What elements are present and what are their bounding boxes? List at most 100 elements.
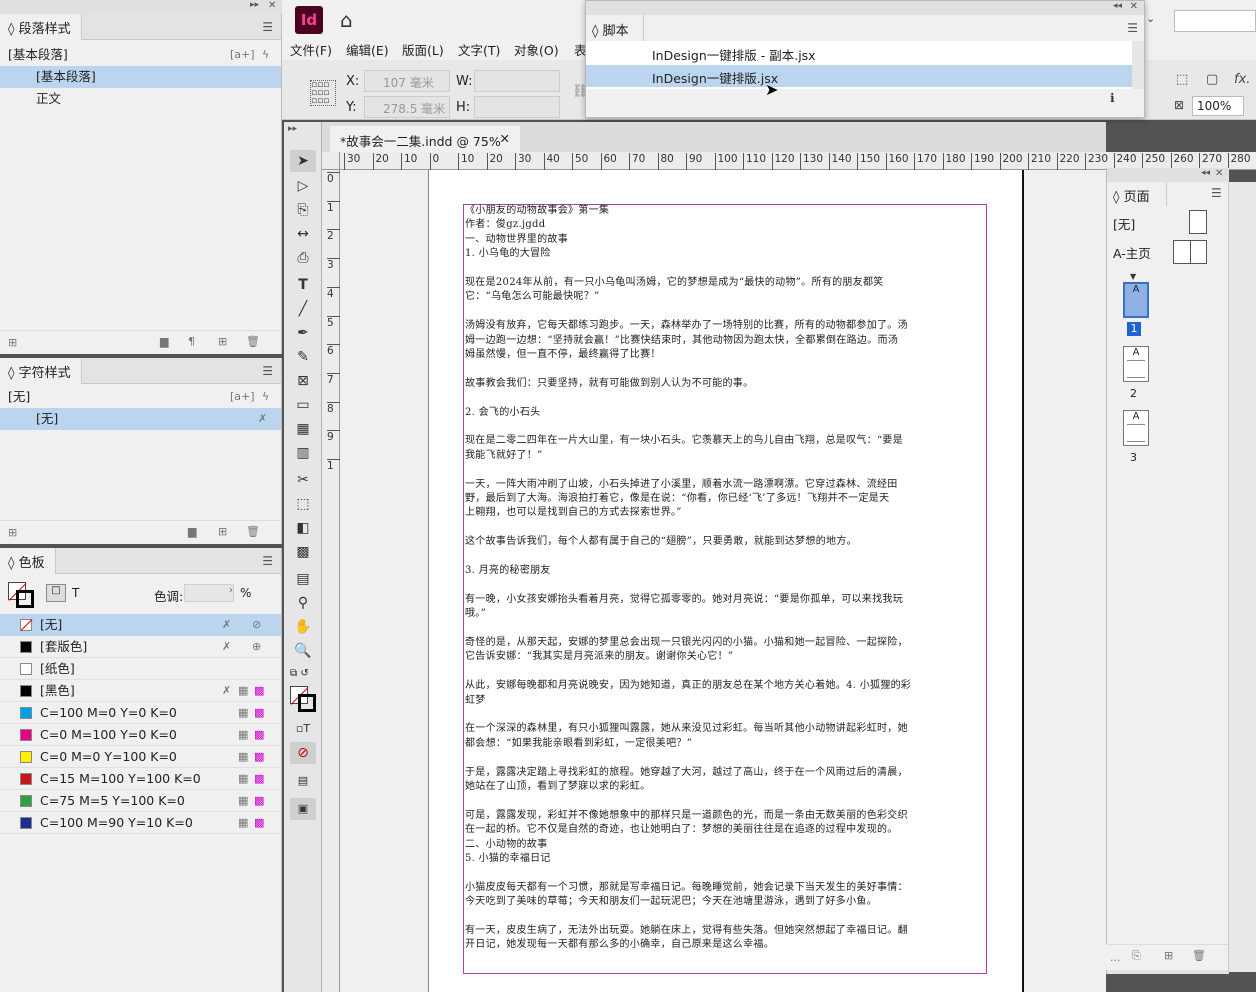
master-a[interactable]: A-主页: [1113, 243, 1151, 262]
text-line[interactable]: 于是，露露决定踏上寻找彩虹的旅程。她穿越了大河，越过了高山，终于在一个风雨过后的…: [465, 763, 908, 778]
menu-icon[interactable]: ☰: [1211, 186, 1222, 200]
text-line[interactable]: 2. 会飞的小石头: [465, 403, 540, 418]
trash-icon[interactable]: 🗑: [1192, 949, 1206, 962]
content-collector-icon[interactable]: ⎙: [290, 247, 316, 269]
text-line[interactable]: 可是，露露发现，彩虹并不像她想象中的那样只是一道颜色的光，而是一条由无数美丽的色…: [465, 806, 908, 821]
new-page-icon[interactable]: ⊞: [1164, 949, 1173, 962]
direct-selection-tool-icon[interactable]: ▷: [290, 175, 316, 197]
master-none-thumb[interactable]: [1189, 210, 1207, 234]
gap-tool-icon[interactable]: ↔: [290, 223, 316, 245]
fill-stroke-icon[interactable]: [8, 582, 36, 610]
text-line[interactable]: 在一个深深的森林里，有只小狐狸叫露露，她从来没见过彩虹。每当听其他小动物讲起彩虹…: [465, 719, 908, 734]
menu-icon[interactable]: ☰: [262, 20, 273, 34]
page-number[interactable]: 2: [1130, 387, 1137, 400]
more-label[interactable]: ...: [1110, 951, 1121, 964]
eyedropper-tool-icon[interactable]: ⚲: [290, 592, 316, 614]
text-line[interactable]: 一天，一阵大雨冲刷了山坡，小石头掉进了小溪里，顺着水流一路漂啊漂。它穿过森林、流…: [465, 475, 898, 490]
text-line[interactable]: 一、动物世界里的故事: [465, 230, 568, 245]
script-item[interactable]: InDesign一键排版 - 副本.jsx: [586, 43, 1132, 63]
paragraph-style-item[interactable]: 正文: [0, 88, 281, 110]
text-line[interactable]: 她站在了山顶，看到了梦寐以求的彩虹。: [465, 777, 650, 792]
line-tool-icon[interactable]: ╱: [290, 298, 316, 320]
pencil-tool-icon[interactable]: ✎: [290, 346, 316, 368]
text-line[interactable]: 《小朋友的动物故事会》第一集: [465, 201, 609, 216]
scrollbar[interactable]: [1132, 41, 1144, 89]
x-field[interactable]: 107 毫米: [364, 70, 450, 92]
swatch-item[interactable]: C=100 M=0 Y=0 K=0 ▦ ▩: [0, 702, 281, 724]
text-line[interactable]: 野，最后到了大海。海浪拍打着它，像是在说：“你看，你已经‘飞’了多远！飞翔并不一…: [465, 489, 889, 504]
swatch-item[interactable]: C=0 M=0 Y=100 K=0 ▦ ▩: [0, 746, 281, 768]
formatting-affects-icon[interactable]: ▫T: [290, 718, 316, 740]
panel-collapse-icon[interactable]: ◂◂: [1201, 168, 1210, 178]
text-line[interactable]: 姆虽然慢，但一直不停，最终赢得了比赛！: [465, 345, 661, 360]
scissors-tool-icon[interactable]: ✂: [290, 469, 316, 491]
text-line[interactable]: 作者：俊gz.jgdd: [465, 215, 545, 230]
grid-tool-icon[interactable]: ▥: [290, 442, 316, 464]
zoom-field[interactable]: 100%: [1192, 96, 1244, 116]
swatch-item[interactable]: [套版色] ✗ ⊕: [0, 636, 281, 658]
page-number[interactable]: 3: [1130, 451, 1137, 464]
text-line[interactable]: 有一晚，小女孩安娜抬头看着月亮，觉得它孤零零的。她对月亮说：“要是你孤单，可以来…: [465, 590, 903, 605]
screen-mode-icon[interactable]: ▤: [290, 770, 316, 792]
menu-object[interactable]: 对象(O): [514, 40, 559, 59]
clear-override-icon[interactable]: ¶: [188, 335, 195, 348]
reference-point-icon[interactable]: ▫▫▫ ▫▫▫ ▫▫▫: [310, 80, 336, 106]
style-options-icon[interactable]: ⊞: [8, 336, 17, 349]
panel-collapse-icon[interactable]: ▸▸: [288, 124, 297, 134]
pages-scroll-strip[interactable]: [1228, 182, 1256, 972]
folder-icon[interactable]: ▆: [188, 525, 196, 538]
page-thumbnail[interactable]: A: [1123, 282, 1149, 318]
new-style-icon[interactable]: [a+]: [230, 386, 255, 408]
table-tool-icon[interactable]: ▦: [290, 418, 316, 440]
menu-icon[interactable]: ☰: [262, 554, 273, 568]
text-format-label[interactable]: T: [72, 586, 79, 600]
edit-page-size-icon[interactable]: ⎘: [1132, 949, 1141, 963]
menu-type[interactable]: 文字(T): [458, 40, 500, 59]
lightning-icon[interactable]: ϟ: [262, 386, 269, 408]
text-line[interactable]: 虹梦: [465, 691, 486, 706]
pages-tab[interactable]: ◊ 页面: [1107, 182, 1167, 206]
close-icon[interactable]: ✕: [500, 131, 510, 146]
menu-file[interactable]: 文件(F): [290, 40, 332, 59]
info-icon[interactable]: ℹ: [1110, 91, 1115, 105]
master-a-thumb[interactable]: [1173, 240, 1207, 264]
tint-field[interactable]: ›: [184, 584, 234, 602]
swatch-item[interactable]: C=15 M=100 Y=100 K=0 ▦ ▩: [0, 768, 281, 790]
text-line[interactable]: 故事教会我们：只要坚持，就有可能做到别人认为不可能的事。: [465, 374, 753, 389]
container-format-icon[interactable]: □: [46, 584, 66, 602]
swatch-item[interactable]: C=100 M=90 Y=10 K=0 ▦ ▩: [0, 812, 281, 834]
swatches-tab[interactable]: ◊ 色板: [0, 548, 56, 574]
new-style-icon[interactable]: [a+]: [230, 44, 255, 66]
text-line[interactable]: 今天吃到了美味的草莓；今天和朋友们一起玩泥巴；今天在池塘里游泳，遇到了好多小鱼。: [465, 892, 877, 907]
text-line[interactable]: 1. 小乌龟的大冒险: [465, 244, 551, 259]
frame-fit-icon[interactable]: ⬚: [1176, 72, 1188, 87]
chevron-down-icon[interactable]: ⌄: [1146, 12, 1155, 25]
text-line[interactable]: 在一起的桥。它不仅是自然的奇迹，也让她明白了：梦想的美丽往往是在追逐的过程中发现…: [465, 820, 898, 835]
text-line[interactable]: 上翱翔，也可以是找到自己的方式去探索世界。”: [465, 503, 682, 518]
gradient-tool-icon[interactable]: ◧: [290, 517, 316, 539]
selection-tool-icon[interactable]: ➤: [290, 150, 316, 172]
character-styles-tab[interactable]: ◊ 字符样式: [0, 358, 82, 384]
menu-icon[interactable]: ☰: [262, 364, 273, 378]
menu-layout[interactable]: 版面(L): [402, 40, 444, 59]
script-item-selected[interactable]: InDesign一键排版.jsx: [586, 65, 1132, 87]
character-style-item[interactable]: [无] ✗: [0, 408, 281, 430]
top-search-field[interactable]: [1174, 10, 1256, 32]
text-line[interactable]: 汤姆没有放弃，它每天都练习跑步。一天，森林举办了一场特别的比赛，所有的动物都参加…: [465, 316, 908, 331]
text-line[interactable]: 我能飞就好了！”: [465, 446, 543, 461]
close-icon[interactable]: ✕: [268, 0, 276, 11]
text-line[interactable]: 现在是2024年从前，有一只小乌龟叫汤姆，它的梦想是成为“最快的动物”。所有的朋…: [465, 273, 884, 288]
document-tab[interactable]: *故事会一二集.indd @ 75% ✕: [330, 126, 520, 152]
text-line[interactable]: 哦。”: [465, 604, 486, 619]
lightning-icon[interactable]: ϟ: [262, 44, 269, 66]
page-thumbnail[interactable]: A: [1123, 346, 1149, 382]
zoom-tool-icon[interactable]: 🔍: [290, 640, 316, 662]
text-line[interactable]: 开日记，她发现每一天都有那么多的小确幸，自己原来是这么幸福。: [465, 935, 774, 950]
note-tool-icon[interactable]: ▤: [290, 568, 316, 590]
fx-icon[interactable]: fx.: [1234, 72, 1250, 87]
text-line[interactable]: 有一天，皮皮生病了，无法外出玩耍。她躺在床上，觉得有些失落。但她突然想起了幸福日…: [465, 921, 908, 936]
page-number-selected[interactable]: 1: [1127, 322, 1141, 336]
page-tool-icon[interactable]: ⎘: [290, 199, 316, 221]
y-field[interactable]: 278.5 毫米: [364, 96, 450, 118]
text-line[interactable]: 姆一边跑一边想：“坚持就会赢！”比赛快结束时，其他动物因为跑太快，全都累倒在路边…: [465, 331, 898, 346]
